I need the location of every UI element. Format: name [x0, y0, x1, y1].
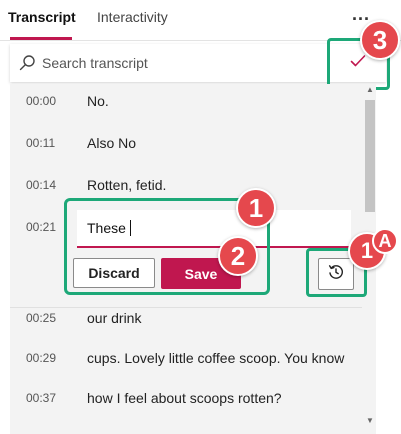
timestamp: 00:37 — [26, 391, 57, 405]
timestamp: 00:14 — [26, 178, 57, 192]
timestamp: 00:11 — [26, 136, 56, 150]
scroll-down-arrow-icon[interactable]: ▼ — [366, 416, 374, 425]
callout-badge-3: 3 — [360, 20, 400, 60]
transcript-text: No. — [87, 93, 109, 109]
timestamp: 00:29 — [26, 351, 57, 365]
callout-badge-2: 2 — [218, 236, 258, 276]
transcript-text: our drink — [87, 310, 142, 326]
transcript-panel: Transcript Interactivity ... 00:00 No. 0… — [0, 0, 401, 434]
tab-transcript[interactable]: Transcript — [8, 9, 76, 25]
transcript-text: cups. Lovely little coffee scoop. You kn… — [87, 350, 345, 366]
scroll-up-arrow-icon[interactable]: ▲ — [366, 85, 374, 94]
transcript-row[interactable]: 00:37 how I feel about scoops rotten? — [10, 381, 362, 417]
divider — [10, 307, 362, 308]
transcript-text: Rotten, fetid. — [87, 177, 167, 193]
transcript-text: Also No — [87, 135, 137, 151]
transcript-row[interactable]: 00:29 cups. Lovely little coffee scoop. … — [10, 341, 362, 377]
timestamp: 00:21 — [26, 220, 57, 234]
tab-interactivity[interactable]: Interactivity — [97, 9, 168, 25]
more-options-button[interactable]: ... — [352, 4, 370, 25]
transcript-row[interactable]: 00:11 Also No — [10, 126, 362, 162]
search-icon — [18, 54, 36, 72]
scrollbar-thumb[interactable] — [365, 100, 375, 212]
callout-badge-1: 1 — [236, 188, 276, 228]
timestamp: 00:25 — [26, 311, 57, 325]
search-input[interactable] — [42, 53, 322, 73]
callout-badge-1a-letter: A — [372, 228, 398, 254]
tab-bar: Transcript Interactivity ... — [0, 0, 401, 40]
transcript-text: how I feel about scoops rotten? — [87, 390, 282, 406]
transcript-row[interactable]: 00:00 No. — [10, 84, 362, 120]
timestamp: 00:00 — [26, 94, 57, 108]
